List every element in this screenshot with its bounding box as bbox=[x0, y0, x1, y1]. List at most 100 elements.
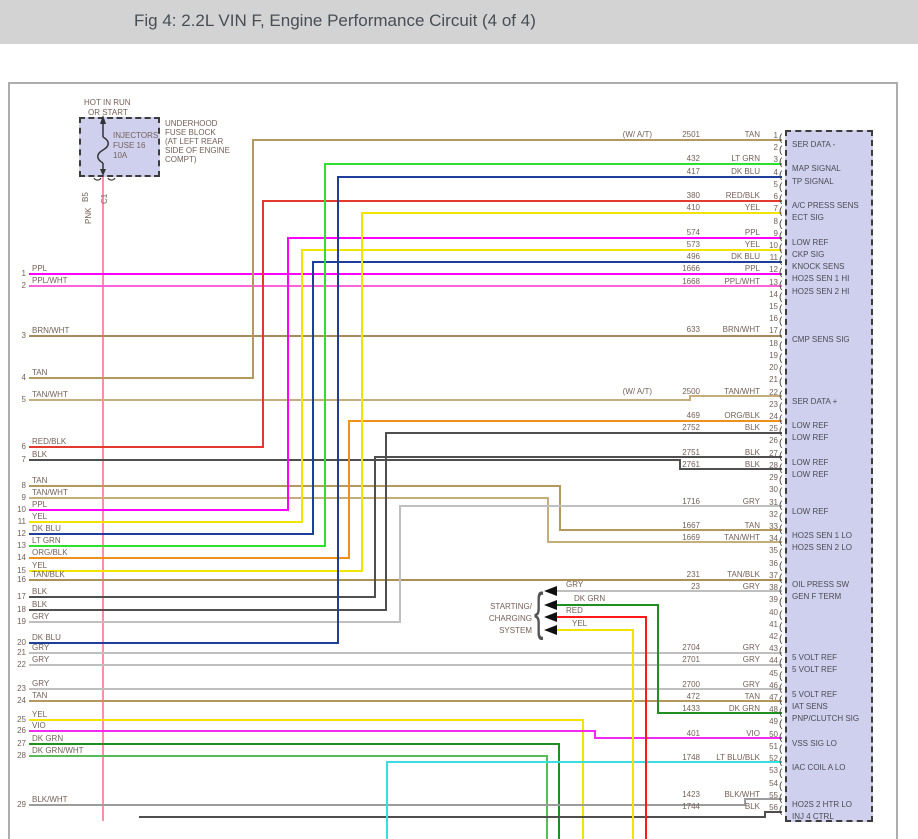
pin-wire-color: RED/BLK bbox=[725, 191, 760, 200]
left-wire-color: GRY bbox=[32, 655, 50, 664]
pin-wire-color: TAN/WHT bbox=[724, 387, 760, 396]
left-wire-color: TAN/WHT bbox=[32, 488, 68, 497]
left-wire-color: YEL bbox=[32, 561, 48, 570]
pin-wire-color: DK GRN bbox=[728, 704, 760, 713]
pin-number: 9 bbox=[773, 229, 778, 238]
pin-terminal-arc: ( bbox=[779, 512, 783, 523]
pin-terminal-arc: ( bbox=[779, 157, 783, 168]
pin-signal-label: OIL PRESS SW bbox=[792, 580, 850, 589]
pin-terminal-arc: ( bbox=[779, 805, 783, 816]
left-wire-color: BRN/WHT bbox=[32, 326, 70, 335]
pin-signal-label: KNOCK SENS bbox=[792, 262, 845, 271]
pin-terminal-arc: ( bbox=[779, 524, 783, 535]
fuse-block-note-1: UNDERHOOD bbox=[165, 119, 218, 128]
left-wire-number: 5 bbox=[21, 395, 26, 404]
pin-wire-color: BLK bbox=[744, 423, 760, 432]
wire-segment-tanwht bbox=[29, 497, 549, 499]
page-title: Fig 4: 2.2L VIN F, Engine Performance Ci… bbox=[134, 11, 536, 30]
pin-number: 22 bbox=[769, 388, 778, 397]
pin-wire-color: BRN/WHT bbox=[722, 325, 760, 334]
left-wire-color: TAN/WHT bbox=[32, 390, 68, 399]
wire-segment-yel bbox=[301, 249, 303, 523]
pin-terminal-arc: ( bbox=[779, 438, 783, 449]
wire-segment-yel bbox=[361, 212, 782, 214]
pin-number: 29 bbox=[769, 473, 778, 482]
left-wire-color: ORG/BLK bbox=[32, 548, 68, 557]
wire-segment-blk bbox=[385, 432, 782, 434]
wire-segment-yel bbox=[632, 629, 634, 839]
left-wire-color: BLK bbox=[32, 587, 48, 596]
wire-segment-yel bbox=[582, 719, 584, 839]
pin-terminal-arc: ( bbox=[779, 402, 783, 413]
wire-segment-gry bbox=[29, 664, 782, 666]
left-wire-number: 27 bbox=[17, 739, 26, 748]
pin-number: 8 bbox=[773, 217, 778, 226]
pin-wire-color: TAN bbox=[744, 521, 760, 530]
pin-signal-label: LOW REF bbox=[792, 238, 829, 247]
pin-circuit-number: 2751 bbox=[682, 448, 700, 457]
pin-circuit-number: 573 bbox=[686, 240, 700, 249]
pin-signal-label: HO2S SEN 2 HI bbox=[792, 287, 850, 296]
fuse-block-note-2: FUSE BLOCK bbox=[165, 128, 216, 137]
wire-segment-yel bbox=[29, 570, 363, 572]
wire-segment-dkblu bbox=[337, 176, 339, 644]
pin-terminal-arc: ( bbox=[779, 768, 783, 779]
pnk-wire-label: PNK bbox=[84, 207, 93, 224]
pin-terminal-arc: ( bbox=[779, 341, 783, 352]
starting-charging-wire-color: GRY bbox=[566, 580, 584, 589]
wire-segment-vio bbox=[29, 730, 596, 732]
pin-wire-color: BLK bbox=[744, 802, 760, 811]
pin-number: 19 bbox=[769, 351, 778, 360]
pin-terminal-arc: ( bbox=[779, 500, 783, 511]
pin-signal-label: TP SIGNAL bbox=[792, 177, 834, 186]
pin-terminal-arc: ( bbox=[779, 463, 783, 474]
left-wire-number: 3 bbox=[21, 331, 26, 340]
wire-segment-dkblu bbox=[312, 261, 314, 535]
wire-segment-blk bbox=[29, 459, 681, 461]
left-wire-color: TAN/BLK bbox=[32, 570, 65, 579]
wire-segment-ppl bbox=[287, 237, 289, 511]
left-wire-color: PPL bbox=[32, 500, 48, 509]
pin-circuit-number: 2761 bbox=[682, 460, 700, 469]
wire-segment-dkblu bbox=[337, 176, 782, 178]
pin-signal-label: IAC COIL A LO bbox=[792, 763, 846, 772]
pin-signal-label: 5 VOLT REF bbox=[792, 653, 838, 662]
pin-signal-label: HO2S SEN 1 HI bbox=[792, 274, 850, 283]
left-wire-number: 24 bbox=[17, 696, 26, 705]
pin-terminal-arc: ( bbox=[779, 182, 783, 193]
pin-wire-color: YEL bbox=[744, 240, 760, 249]
pin-terminal-arc: ( bbox=[779, 219, 783, 230]
pin-number: 39 bbox=[769, 595, 778, 604]
left-arrow-icon bbox=[544, 612, 557, 622]
left-wire-color: BLK/WHT bbox=[32, 795, 68, 804]
pin-number: 37 bbox=[769, 571, 778, 580]
pin-circuit-number: 417 bbox=[686, 167, 700, 176]
left-wire-number: 16 bbox=[17, 575, 26, 584]
pin-terminal-arc: ( bbox=[779, 719, 783, 730]
pin-number: 36 bbox=[769, 559, 778, 568]
pin-number: 34 bbox=[769, 534, 778, 543]
pin-terminal-arc: ( bbox=[779, 548, 783, 559]
wire-segment-tanwht bbox=[547, 497, 549, 543]
left-wire-color: BLK bbox=[32, 450, 48, 459]
pin-wire-color: VIO bbox=[746, 729, 760, 738]
pin-signal-label: A/C PRESS SENS bbox=[792, 201, 859, 210]
pin-circuit-number: 2501 bbox=[682, 130, 700, 139]
left-wire-number: 22 bbox=[17, 660, 26, 669]
pin-number: 12 bbox=[769, 265, 778, 274]
pin-circuit-number: 401 bbox=[686, 729, 700, 738]
pin-number: 27 bbox=[769, 449, 778, 458]
pin-terminal-arc: ( bbox=[779, 487, 783, 498]
pin-signal-label: HO2S 2 HTR LO bbox=[792, 800, 853, 809]
pin-wire-color: TAN/WHT bbox=[724, 533, 760, 542]
left-wire-number: 10 bbox=[17, 505, 26, 514]
pin-number: 21 bbox=[769, 375, 778, 384]
wire-segment-red bbox=[556, 616, 647, 618]
pin-number: 43 bbox=[769, 644, 778, 653]
pin-number: 15 bbox=[769, 302, 778, 311]
starting-charging-wire-color: RED bbox=[566, 606, 583, 615]
wire-segment-dkgrn bbox=[558, 743, 560, 839]
pin-terminal-arc: ( bbox=[779, 732, 783, 743]
left-wire-number: 18 bbox=[17, 605, 26, 614]
pin-circuit-number: 574 bbox=[686, 228, 700, 237]
